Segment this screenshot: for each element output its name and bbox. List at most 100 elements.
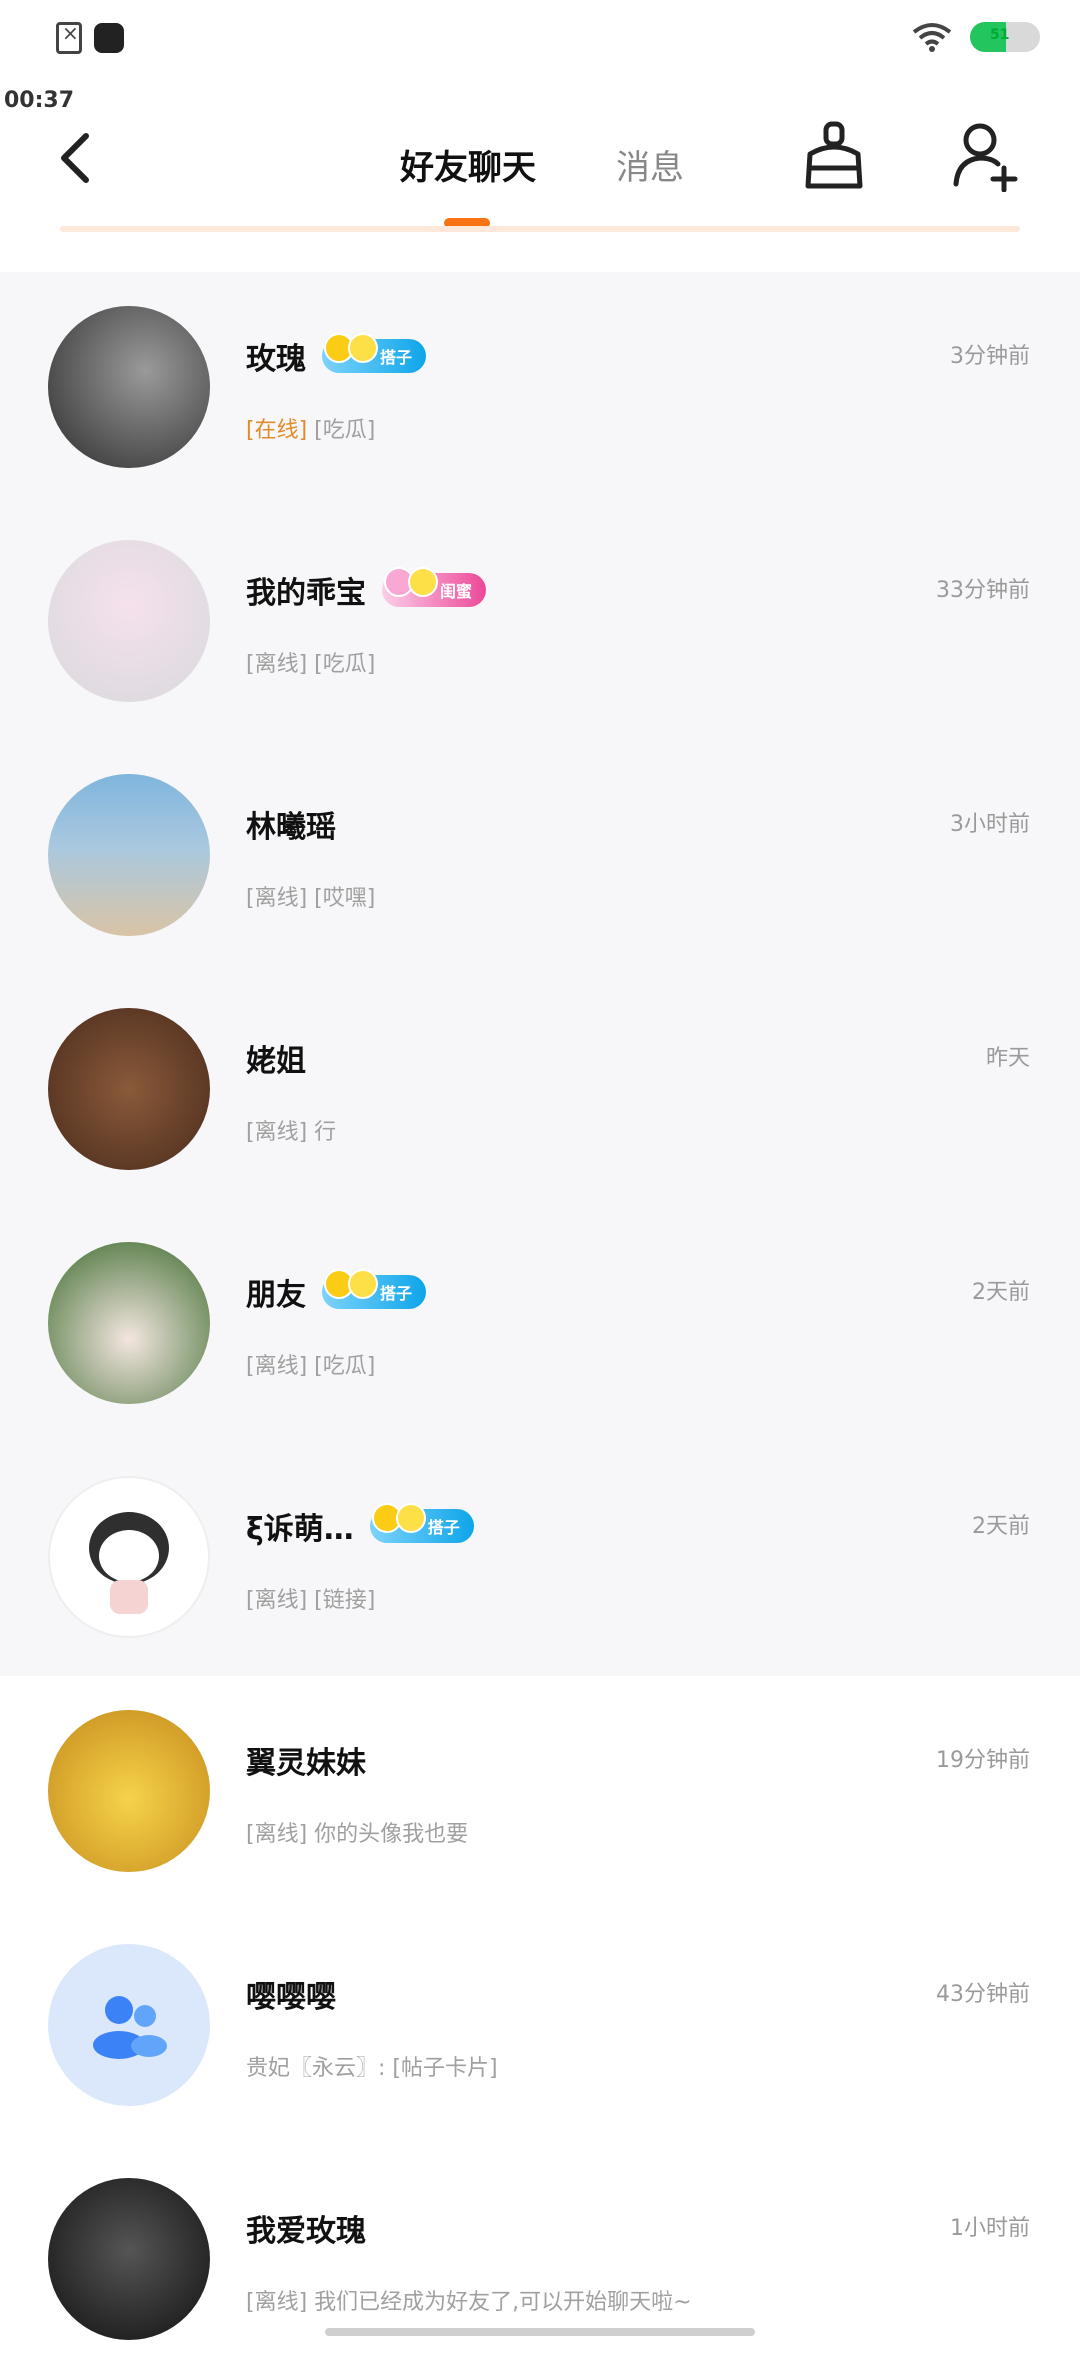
- chat-name: 我爱玫瑰: [246, 2214, 366, 2249]
- chat-name: 翼灵妹妹: [246, 1746, 366, 1781]
- add-friend-icon[interactable]: [950, 120, 1020, 192]
- chat-name-line: 我的乖宝 闺蜜: [246, 567, 487, 612]
- last-message: 贵妃〖永云〗: [帖子卡片]: [246, 2056, 498, 2081]
- chat-name: ξ诉萌…: [246, 1512, 354, 1547]
- chat-row[interactable]: 姥姐 昨天 [离线] 行: [0, 974, 1080, 1208]
- chat-row[interactable]: 翼灵妹妹 19分钟前 [离线] 你的头像我也要: [0, 1676, 1080, 1910]
- last-message: [吃瓜]: [314, 418, 376, 443]
- online-status: [离线]: [246, 1354, 308, 1379]
- relation-badge: 搭子: [322, 333, 427, 373]
- chat-time: 3分钟前: [950, 344, 1030, 369]
- cartoon-girl-icon: [89, 1512, 169, 1614]
- chat-name: 玫瑰: [246, 342, 306, 377]
- chat-row[interactable]: 嘤嘤嘤 43分钟前 贵妃〖永云〗: [帖子卡片]: [0, 1910, 1080, 2144]
- chat-time: 33分钟前: [936, 578, 1030, 603]
- avatar[interactable]: [48, 1008, 210, 1170]
- relation-badge: 搭子: [369, 1503, 474, 1543]
- chat-preview: 贵妃〖永云〗: [帖子卡片]: [246, 2050, 498, 2082]
- avatar[interactable]: [48, 774, 210, 936]
- tab-bar: 好友聊天 消息: [400, 140, 684, 189]
- wifi-icon: [912, 23, 952, 52]
- chat-row[interactable]: 我爱玫瑰 1小时前 [离线] 我们已经成为好友了,可以开始聊天啦~: [0, 2144, 1080, 2378]
- badge-emoji-icon: [348, 333, 378, 363]
- battery-icon: 51: [970, 22, 1040, 52]
- avatar[interactable]: [48, 2178, 210, 2340]
- online-status: [离线]: [246, 886, 308, 911]
- badge-label: 搭子: [380, 1284, 413, 1303]
- chat-name: 林曦瑶: [246, 810, 336, 845]
- group-users-icon: [93, 1996, 167, 2059]
- badge-label: 搭子: [427, 1518, 460, 1537]
- chat-time: 3小时前: [950, 812, 1030, 837]
- badge-emoji-icon: [395, 1503, 426, 1533]
- chat-preview: [离线] [链接]: [246, 1582, 375, 1614]
- badge-emoji-icon: [348, 1269, 378, 1299]
- chat-list-section-bottom: 翼灵妹妹 19分钟前 [离线] 你的头像我也要 嘤嘤嘤 43分钟前 贵妃〖永云〗…: [0, 1676, 1080, 2378]
- status-left: 00:37: [4, 21, 124, 113]
- badge-label: 闺蜜: [440, 582, 473, 601]
- chat-preview: [离线] [哎嘿]: [246, 880, 375, 912]
- chat-time: 1小时前: [950, 2216, 1030, 2241]
- chat-list: 玫瑰 搭子 3分钟前 [在线] [吃瓜] 我的乖宝 闺蜜 33分钟前 [离线] …: [0, 272, 1080, 2378]
- online-status: [离线]: [246, 1120, 308, 1145]
- tab-messages[interactable]: 消息: [616, 140, 684, 189]
- relation-badge: 闺蜜: [382, 567, 487, 607]
- back-arrow-icon[interactable]: [52, 128, 100, 188]
- status-bar: 00:37 51: [0, 0, 1080, 113]
- clean-broom-icon[interactable]: [800, 120, 868, 192]
- group-avatar[interactable]: [48, 1944, 210, 2106]
- online-status: [离线]: [246, 1822, 308, 1847]
- chat-row[interactable]: ξ诉萌… 搭子 2天前 [离线] [链接]: [0, 1442, 1080, 1676]
- avatar[interactable]: [48, 1476, 210, 1638]
- chat-list-section-top: 玫瑰 搭子 3分钟前 [在线] [吃瓜] 我的乖宝 闺蜜 33分钟前 [离线] …: [0, 272, 1080, 1676]
- home-indicator[interactable]: [325, 2328, 755, 2336]
- chat-row[interactable]: 我的乖宝 闺蜜 33分钟前 [离线] [吃瓜]: [0, 506, 1080, 740]
- last-message: [链接]: [314, 1588, 376, 1613]
- avatar[interactable]: [48, 540, 210, 702]
- online-status: [离线]: [246, 652, 308, 677]
- chat-name-line: 林曦瑶: [246, 802, 336, 846]
- chat-preview: [离线] 我们已经成为好友了,可以开始聊天啦~: [246, 2284, 692, 2316]
- last-message: [哎嘿]: [314, 886, 376, 911]
- avatar[interactable]: [48, 306, 210, 468]
- chat-row[interactable]: 朋友 搭子 2天前 [离线] [吃瓜]: [0, 1208, 1080, 1442]
- battery-label: 51: [990, 27, 1010, 43]
- chat-time: 19分钟前: [936, 1748, 1030, 1773]
- chat-preview: [离线] [吃瓜]: [246, 1348, 375, 1380]
- chat-name: 姥姐: [246, 1044, 306, 1079]
- online-status: [离线]: [246, 1588, 308, 1613]
- relation-badge: 搭子: [322, 1269, 427, 1309]
- status-right: 51: [912, 22, 1040, 52]
- chat-name-line: 嘤嘤嘤: [246, 1972, 336, 2016]
- chat-name-line: 朋友 搭子: [246, 1269, 427, 1314]
- badge-emoji-icon: [408, 567, 438, 597]
- app-notification-icon: [94, 23, 124, 53]
- chat-name-line: 玫瑰 搭子: [246, 333, 427, 378]
- chat-time: 43分钟前: [936, 1982, 1030, 2007]
- chat-name: 嘤嘤嘤: [246, 1980, 336, 2015]
- chat-preview: [离线] 你的头像我也要: [246, 1816, 468, 1848]
- last-message: [吃瓜]: [314, 1354, 376, 1379]
- chat-name-line: 姥姐: [246, 1036, 306, 1080]
- chat-time: 2天前: [972, 1514, 1030, 1539]
- header: 好友聊天 消息: [0, 100, 1080, 240]
- chat-time: 昨天: [985, 1046, 1030, 1071]
- header-divider-bar: [60, 226, 1020, 232]
- chat-name: 我的乖宝: [246, 576, 366, 611]
- chat-time: 2天前: [972, 1280, 1030, 1305]
- chat-name: 朋友: [246, 1278, 306, 1313]
- avatar[interactable]: [48, 1710, 210, 1872]
- tab-friend-chat[interactable]: 好友聊天: [400, 140, 536, 189]
- document-error-icon: [56, 21, 82, 54]
- chat-name-line: 我爱玫瑰: [246, 2206, 366, 2250]
- badge-label: 搭子: [380, 348, 413, 367]
- last-message: 行: [314, 1120, 337, 1145]
- chat-preview: [离线] [吃瓜]: [246, 646, 375, 678]
- chat-name-line: 翼灵妹妹: [246, 1738, 366, 1782]
- avatar[interactable]: [48, 1242, 210, 1404]
- chat-row[interactable]: 林曦瑶 3小时前 [离线] [哎嘿]: [0, 740, 1080, 974]
- chat-name-line: ξ诉萌… 搭子: [246, 1503, 474, 1548]
- chat-preview: [在线] [吃瓜]: [246, 412, 375, 444]
- last-message: [吃瓜]: [314, 652, 376, 677]
- chat-row[interactable]: 玫瑰 搭子 3分钟前 [在线] [吃瓜]: [0, 272, 1080, 506]
